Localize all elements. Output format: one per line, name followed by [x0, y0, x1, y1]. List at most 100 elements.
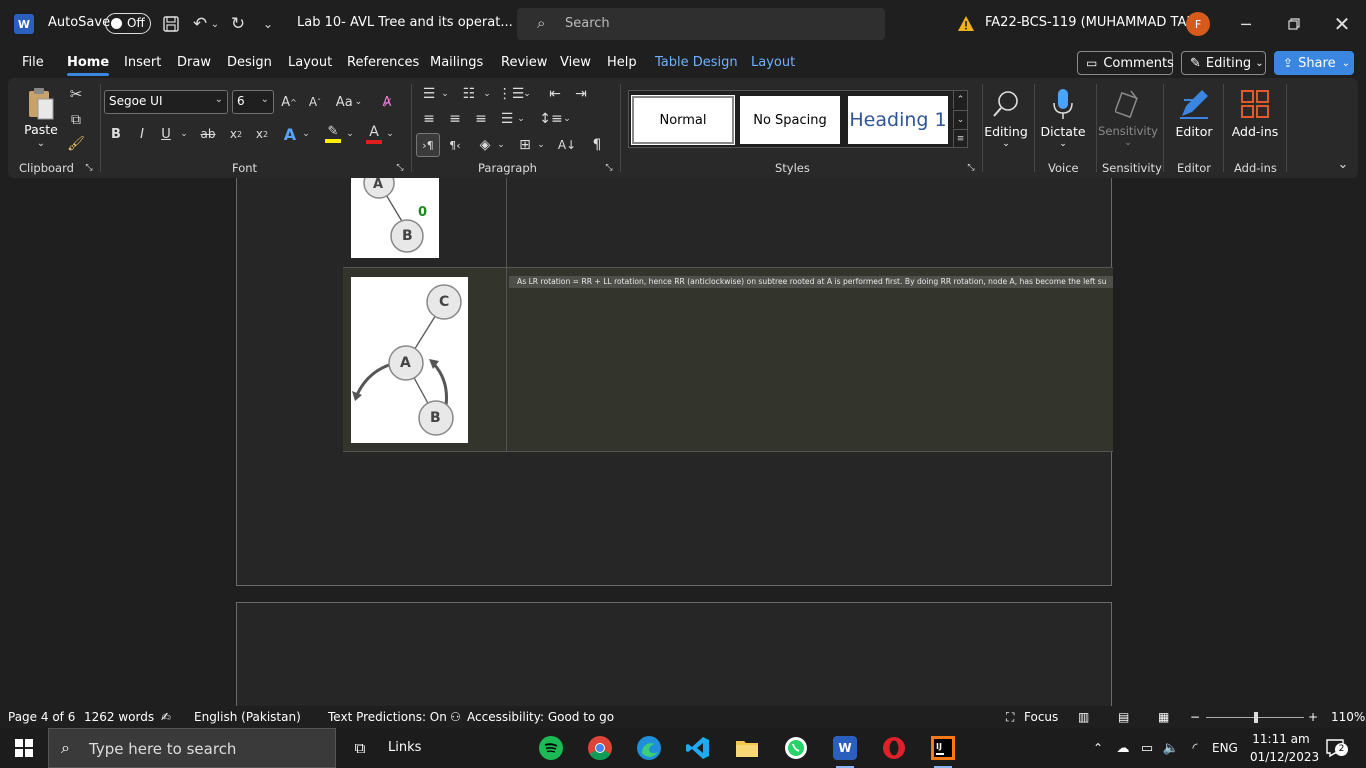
word-taskbar-icon[interactable]: W: [832, 736, 858, 768]
rtl-text-icon[interactable]: ¶‹: [444, 133, 466, 157]
underline-icon[interactable]: U: [158, 122, 174, 146]
chevron-down-icon[interactable]: ⌄: [34, 138, 48, 149]
tab-view[interactable]: View: [560, 55, 591, 70]
table-cell[interactable]: [506, 178, 1113, 268]
font-name-box[interactable]: Segoe UI ⌄: [104, 90, 228, 114]
volume-icon[interactable]: 🔈: [1162, 736, 1180, 760]
format-painter-icon[interactable]: 🖌: [66, 134, 86, 154]
taskbar-search-box[interactable]: ⌕ Type here to search: [48, 728, 336, 768]
style-normal[interactable]: Normal: [631, 95, 735, 145]
comments-button[interactable]: ▭ Comments: [1077, 51, 1174, 75]
shrink-font-icon[interactable]: Aˇ: [304, 90, 326, 114]
zoom-out-icon[interactable]: −: [1190, 710, 1200, 724]
links-toolbar[interactable]: Links: [388, 740, 421, 755]
clear-formatting-icon[interactable]: A̷: [376, 90, 398, 114]
save-icon[interactable]: [159, 12, 183, 36]
dialog-launcher-icon[interactable]: ⤡: [395, 163, 405, 173]
autosave-toggle[interactable]: Off: [105, 13, 151, 34]
chevron-down-icon[interactable]: ⌄: [496, 133, 506, 157]
share-button[interactable]: ⇪ Share ⌄: [1274, 51, 1354, 75]
chevron-down-icon[interactable]: ⌄: [384, 122, 396, 146]
print-layout-icon[interactable]: ▤: [1118, 710, 1129, 724]
dictate-button[interactable]: Dictate ⌄: [1032, 84, 1094, 154]
grow-font-icon[interactable]: A ^: [278, 90, 300, 114]
system-clock[interactable]: 11:11 am 01/12/2023: [1250, 730, 1319, 766]
user-name[interactable]: FA22-BCS-119 (MUHAMMAD TAHA): [985, 15, 1210, 30]
superscript-icon[interactable]: x2: [252, 122, 272, 146]
paste-label[interactable]: Paste: [22, 122, 60, 137]
read-mode-icon[interactable]: ▥: [1078, 710, 1089, 724]
customize-qat-icon[interactable]: ⌄: [256, 12, 280, 36]
borders-icon[interactable]: ⊞: [514, 133, 536, 157]
scroll-up-icon[interactable]: ⌃: [953, 91, 967, 109]
avatar[interactable]: F: [1186, 12, 1210, 36]
line-spacing-icon[interactable]: ↕≡: [539, 108, 562, 130]
vscode-icon[interactable]: [685, 736, 711, 760]
windows-start-icon[interactable]: [12, 736, 36, 760]
sort-icon[interactable]: A↓: [556, 133, 578, 157]
text-predictions[interactable]: Text Predictions: On: [328, 710, 447, 724]
chrome-icon[interactable]: [587, 736, 613, 760]
font-size-box[interactable]: 6 ⌄: [232, 90, 274, 114]
align-left-icon[interactable]: ≡: [418, 108, 440, 130]
strikethrough-icon[interactable]: ab: [198, 122, 218, 146]
tab-references[interactable]: References: [347, 55, 419, 70]
opera-icon[interactable]: [881, 736, 907, 760]
tab-file[interactable]: File: [22, 55, 44, 70]
minimize-icon[interactable]: ─: [1232, 10, 1260, 38]
style-no-spacing[interactable]: No Spacing: [740, 96, 840, 144]
chevron-down-icon[interactable]: ⌄: [344, 122, 356, 146]
intellij-icon[interactable]: IJ: [930, 736, 956, 768]
decrease-indent-icon[interactable]: ⇤: [544, 83, 566, 105]
tab-table-layout[interactable]: Layout: [751, 55, 795, 70]
dialog-launcher-icon[interactable]: ⤡: [84, 163, 94, 173]
focus-label[interactable]: Focus: [1024, 710, 1058, 724]
tab-table-design[interactable]: Table Design: [655, 55, 738, 70]
zoom-level[interactable]: 110%: [1331, 710, 1365, 724]
shading-icon[interactable]: ◈: [474, 133, 496, 157]
chevron-down-icon[interactable]: ⌄: [536, 133, 546, 157]
table-cell[interactable]: As LR rotation = RR + LL rotation, hence…: [506, 268, 1113, 452]
style-heading-1[interactable]: Heading 1: [848, 96, 948, 144]
align-right-icon[interactable]: ≡: [470, 108, 492, 130]
notification-icon[interactable]: 2: [1322, 736, 1348, 760]
bold-icon[interactable]: B: [108, 122, 124, 146]
chevron-down-icon[interactable]: ⌄: [522, 83, 532, 105]
zoom-in-icon[interactable]: +: [1308, 710, 1318, 724]
accessibility-status[interactable]: Accessibility: Good to go: [467, 710, 614, 724]
undo-dropdown-icon[interactable]: ⌄: [208, 12, 222, 36]
editing-button[interactable]: Editing ⌄: [975, 84, 1037, 154]
chevron-down-icon[interactable]: ⌄: [300, 122, 312, 146]
change-case-icon[interactable]: Aa ⌄: [332, 90, 366, 114]
zoom-slider[interactable]: [1206, 712, 1304, 723]
tab-layout[interactable]: Layout: [288, 55, 332, 70]
spotify-icon[interactable]: [538, 736, 564, 760]
tab-help[interactable]: Help: [607, 55, 637, 70]
sensitivity-button[interactable]: Sensitivity ⌄: [1097, 84, 1159, 154]
justify-icon[interactable]: ☰: [496, 108, 518, 130]
copy-icon[interactable]: ⧉: [66, 110, 86, 130]
zoom-slider-thumb[interactable]: [1254, 712, 1259, 723]
whatsapp-icon[interactable]: [783, 736, 809, 760]
chevron-down-icon[interactable]: ⌄: [482, 83, 492, 105]
tab-insert[interactable]: Insert: [124, 55, 161, 70]
document-title[interactable]: Lab 10- AVL Tree and its operat... ⌄: [297, 15, 530, 30]
proofing-icon[interactable]: ✍: [161, 710, 171, 724]
tree-diagram-image[interactable]: A 0 B: [351, 178, 439, 258]
language-indicator[interactable]: English (Pakistan): [194, 710, 301, 724]
font-color-icon[interactable]: A: [364, 122, 384, 146]
network-activity-icon[interactable]: ☁: [1114, 736, 1132, 760]
addins-button[interactable]: Add-ins: [1224, 84, 1286, 154]
text-effects-icon[interactable]: A: [280, 122, 300, 146]
paste-icon[interactable]: [22, 84, 60, 124]
task-view-icon[interactable]: ⧉: [348, 736, 372, 760]
chevron-down-icon[interactable]: ⌄: [562, 108, 572, 130]
restore-icon[interactable]: [1280, 10, 1308, 38]
dialog-launcher-icon[interactable]: ⤡: [604, 163, 614, 173]
editing-mode-button[interactable]: ✎ Editing ⌄: [1181, 51, 1266, 75]
wifi-icon[interactable]: ◜: [1186, 736, 1204, 760]
align-center-icon[interactable]: ≡: [444, 108, 466, 130]
increase-indent-icon[interactable]: ⇥: [570, 83, 592, 105]
tab-draw[interactable]: Draw: [177, 55, 211, 70]
highlight-color-icon[interactable]: ✎: [322, 122, 344, 146]
